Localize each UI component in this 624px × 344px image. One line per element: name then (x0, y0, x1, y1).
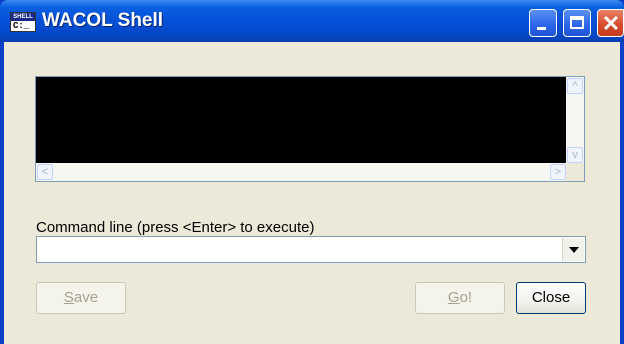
command-history-dropdown-button[interactable] (562, 238, 584, 261)
dialog-body: ^ v < > Command line (press <Enter> to e… (4, 42, 620, 344)
shell-app-icon: SHELL C:_ (10, 12, 36, 32)
scrollbar-corner (566, 163, 584, 181)
chevron-down-icon: v (572, 149, 578, 161)
scroll-left-button[interactable]: < (37, 164, 53, 180)
command-line-combobox[interactable] (36, 236, 586, 263)
scroll-up-button[interactable]: ^ (567, 78, 583, 94)
shell-icon-bottom: C:_ (13, 21, 30, 31)
title-bar[interactable]: SHELL C:_ WACOL Shell ✕ (0, 0, 624, 42)
chevron-right-icon: > (554, 166, 562, 178)
output-console[interactable] (36, 77, 567, 164)
go-button[interactable]: Go! (415, 282, 505, 314)
command-line-input[interactable] (39, 239, 563, 262)
go-label: o! (459, 289, 473, 306)
save-button[interactable]: Save (36, 282, 126, 314)
save-mnemonic: S (63, 289, 74, 306)
minimize-button[interactable] (529, 9, 557, 37)
close-icon: ✕ (601, 11, 621, 36)
chevron-left-icon: < (41, 166, 49, 178)
output-panel: ^ v < > (35, 76, 585, 182)
vertical-scrollbar[interactable]: ^ v (566, 77, 584, 164)
scroll-down-button[interactable]: v (567, 147, 583, 163)
scroll-right-button[interactable]: > (550, 164, 566, 180)
minimize-icon (537, 27, 546, 30)
maximize-button[interactable] (563, 9, 591, 37)
close-window-button[interactable]: ✕ (597, 9, 624, 37)
maximize-icon (570, 16, 584, 29)
go-mnemonic: G (447, 289, 460, 306)
shell-icon-top: SHELL (11, 13, 35, 21)
horizontal-scrollbar[interactable]: < > (36, 163, 567, 181)
app-window: SHELL C:_ WACOL Shell ✕ ^ v < > Command … (0, 0, 624, 344)
close-button[interactable]: Close (516, 282, 586, 314)
command-line-label: Command line (press <Enter> to execute) (36, 219, 315, 236)
save-label: ave (73, 289, 99, 306)
chevron-up-icon: ^ (572, 80, 578, 92)
chevron-down-icon (569, 247, 579, 253)
window-title: WACOL Shell (42, 10, 164, 31)
